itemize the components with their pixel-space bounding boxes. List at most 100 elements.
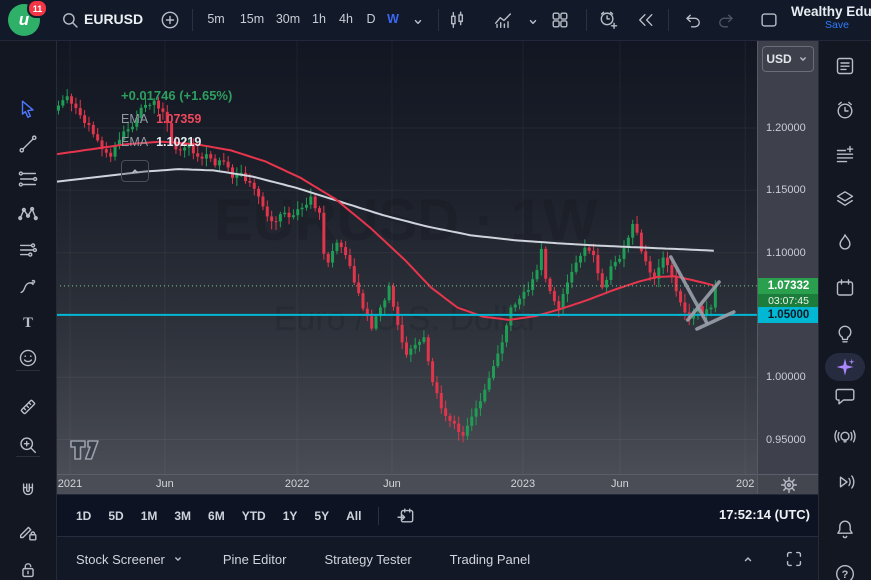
toolbar-separator — [438, 9, 439, 31]
tool-xabcd-pattern-icon[interactable] — [13, 199, 43, 229]
toolbar-separator — [192, 9, 193, 31]
redo-icon[interactable] — [714, 8, 738, 32]
panel-fullscreen-icon[interactable] — [780, 545, 808, 573]
sidebar-streams-icon[interactable] — [830, 467, 860, 497]
panel-collapse-chevron-up-icon[interactable] — [734, 545, 762, 573]
current-price-value: 1.07332 — [758, 278, 819, 294]
range-3M-button[interactable]: 3M — [174, 509, 191, 523]
panel-tab-label: Strategy Tester — [324, 552, 411, 567]
price-axis[interactable]: USD 1.200001.150001.100001.000000.95000 … — [757, 40, 819, 474]
sidebar-calendar-icon[interactable] — [830, 273, 860, 303]
timeframe-30m[interactable]: 30m — [276, 12, 300, 26]
bar-replay-icon[interactable] — [634, 8, 658, 32]
screenshot-box-icon[interactable] — [757, 8, 781, 32]
range-1Y-button[interactable]: 1Y — [283, 509, 298, 523]
tool-ruler-icon[interactable] — [13, 392, 43, 422]
symbol-name[interactable]: EURUSD — [84, 11, 143, 27]
notification-count-badge: 11 — [27, 0, 48, 18]
tool-drawing-lock-icon[interactable] — [13, 517, 43, 547]
timeframe-chevron-down-icon[interactable] — [406, 10, 430, 34]
chart-style-candles-icon[interactable] — [445, 8, 469, 32]
time-axis[interactable]: 2021Jun2022Jun2023Jun202 — [56, 474, 757, 495]
sidebar-help-icon[interactable]: ? — [830, 559, 860, 580]
tool-long-position-icon[interactable] — [13, 235, 43, 265]
chevron-down-icon — [171, 552, 185, 566]
time-tick-label: Jun — [598, 478, 642, 490]
account-name[interactable]: Wealthy Edu — [791, 4, 871, 19]
price-tick-label: 1.00000 — [766, 371, 806, 383]
timeframe-D[interactable]: D — [366, 12, 375, 26]
time-tick-label: Jun — [370, 478, 414, 490]
toolbar-separator — [16, 370, 40, 371]
range-6M-button[interactable]: 6M — [208, 509, 225, 523]
tool-fib-retracement-icon[interactable] — [13, 164, 43, 194]
save-button[interactable]: Save — [791, 19, 871, 31]
indicators-icon[interactable] — [491, 8, 515, 32]
indicator-value: 1.10219 — [156, 135, 201, 149]
range-YTD-button[interactable]: YTD — [242, 509, 266, 523]
indicators-chevron-down-icon[interactable] — [521, 10, 545, 34]
indicator-value: 1.07359 — [156, 112, 201, 126]
range-5D-button[interactable]: 5D — [108, 509, 123, 523]
platform-logo-watermark[interactable] — [71, 441, 98, 459]
tool-trend-line-icon[interactable] — [13, 129, 43, 159]
grid-layout-icon[interactable] — [548, 8, 572, 32]
price-tick-label: 1.10000 — [766, 247, 806, 259]
timeframe-15m[interactable]: 15m — [240, 12, 264, 26]
panel-tab-trading-panel[interactable]: Trading Panel — [450, 552, 530, 567]
compare-add-icon[interactable] — [158, 8, 182, 32]
sidebar-hotlists-icon[interactable] — [830, 228, 860, 258]
tool-brush-icon[interactable] — [13, 271, 43, 301]
timeframe-W[interactable]: W — [387, 12, 399, 26]
legend-collapse-button[interactable] — [121, 160, 149, 182]
sidebar-ai-chat-icon[interactable] — [825, 353, 865, 381]
account-block: Wealthy Edu Save — [791, 4, 871, 31]
sidebar-ideas-icon[interactable] — [830, 319, 860, 349]
sidebar-alerts-icon[interactable] — [830, 95, 860, 125]
gear-icon[interactable] — [778, 474, 800, 496]
tool-lock-all-icon[interactable] — [13, 555, 43, 580]
panel-tab-stock-screener[interactable]: Stock Screener — [76, 552, 185, 567]
sidebar-watchlist-icon[interactable] — [830, 51, 860, 81]
clock-utc[interactable]: 17:52:14 (UTC) — [719, 507, 810, 522]
legend-indicator-row[interactable]: EMA 1.07359 — [121, 112, 232, 135]
date-range-group: 1D 5D 1M 3M 6M YTD 1Y 5Y All — [76, 495, 416, 537]
panel-tab-label: Pine Editor — [223, 552, 287, 567]
toolbar-separator — [586, 9, 587, 31]
tradingview-window: u 11 EURUSD 5m15m30m1h4hDW Wealthy Edu S… — [0, 0, 871, 580]
indicator-label: EMA — [121, 112, 148, 126]
chevron-down-icon — [796, 52, 810, 66]
search-icon[interactable] — [58, 8, 82, 32]
right-sidebar: ? — [818, 40, 871, 580]
sidebar-object-tree-icon[interactable] — [830, 184, 860, 214]
chart-pane[interactable]: EURUSD · 1WEuro / U.S. Dollar +0.01746 (… — [56, 40, 757, 474]
sidebar-notifications-icon[interactable] — [830, 514, 860, 544]
timeframe-5m[interactable]: 5m — [207, 12, 224, 26]
range-5Y-button[interactable]: 5Y — [314, 509, 329, 523]
sidebar-news-icon[interactable] — [830, 140, 860, 170]
alert-plus-icon[interactable] — [596, 8, 620, 32]
go-to-date-icon[interactable] — [396, 506, 416, 526]
undo-icon[interactable] — [681, 8, 705, 32]
panel-tab-label: Trading Panel — [450, 552, 530, 567]
tool-cursor-icon[interactable] — [13, 94, 43, 124]
range-1M-button[interactable]: 1M — [141, 509, 158, 523]
timeframe-1h[interactable]: 1h — [312, 12, 326, 26]
axis-settings-corner[interactable] — [757, 474, 819, 495]
sidebar-minds-icon[interactable] — [830, 422, 860, 452]
range-All-button[interactable]: All — [346, 509, 361, 523]
timeframe-4h[interactable]: 4h — [339, 12, 353, 26]
currency-label: USD — [766, 52, 791, 66]
drawing-toolbar: T — [0, 40, 57, 580]
range-1D-button[interactable]: 1D — [76, 509, 91, 523]
currency-dropdown[interactable]: USD — [762, 46, 814, 72]
tool-text-icon[interactable]: T — [13, 307, 43, 337]
legend-indicator-row[interactable]: EMA1.10219 — [121, 135, 232, 158]
time-tick-label: Jun — [143, 478, 187, 490]
current-price-badge: 1.07332 03:07:45 — [758, 278, 819, 309]
sidebar-chat-icon[interactable] — [830, 381, 860, 411]
tool-emoji-icon[interactable] — [13, 343, 43, 373]
panel-tab-pine-editor[interactable]: Pine Editor — [223, 552, 287, 567]
panel-tab-strategy-tester[interactable]: Strategy Tester — [324, 552, 411, 567]
tool-magnet-icon[interactable] — [13, 476, 43, 506]
